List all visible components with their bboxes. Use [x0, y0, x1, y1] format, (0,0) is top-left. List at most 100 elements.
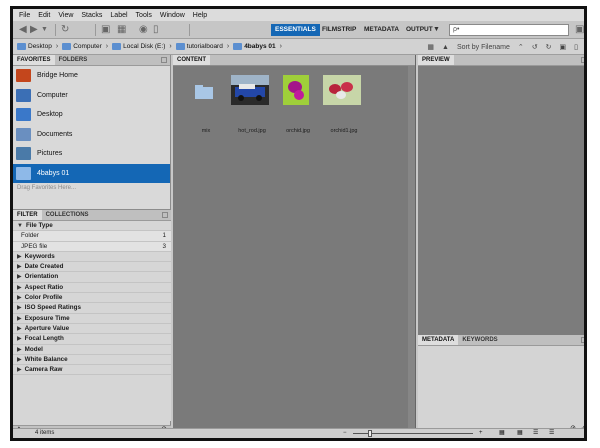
delete-icon[interactable]: ▯: [574, 43, 578, 51]
refine-icon[interactable]: ▦: [117, 24, 126, 36]
filter-folder[interactable]: Folder 1: [13, 231, 171, 242]
breadcrumb-tutorialboard[interactable]: tutorialboard: [175, 43, 223, 50]
thumbnail-orchid[interactable]: orchid.jpg: [277, 75, 319, 134]
filter-camera-raw[interactable]: ▶ Camera Raw: [13, 365, 171, 376]
breadcrumb-4babys[interactable]: 4babys 01: [233, 43, 276, 50]
workspace-menu-icon[interactable]: ▼: [433, 24, 440, 36]
quality-icon[interactable]: ▦: [427, 43, 434, 51]
filter-focal-length[interactable]: ▶ Focal Length: [13, 334, 171, 345]
favorite-pictures[interactable]: Pictures: [13, 144, 170, 164]
favorite-documents[interactable]: Documents: [13, 125, 170, 145]
filter-iso[interactable]: ▶ ISO Speed Ratings: [13, 303, 171, 314]
triangle-right-icon: ▶: [17, 253, 22, 260]
thumbnail-mix[interactable]: mix: [185, 75, 227, 134]
filter-aperture[interactable]: ▶ Aperture Value: [13, 324, 171, 335]
rotate-left-icon[interactable]: ↺: [532, 43, 538, 51]
chevron-down-icon[interactable]: ▼: [41, 24, 48, 36]
breadcrumb-label: Computer: [73, 43, 102, 50]
slider-knob[interactable]: [368, 430, 372, 437]
camera-icon[interactable]: ▣: [101, 24, 110, 36]
menu-view[interactable]: View: [58, 12, 73, 19]
breadcrumb-arrow-icon[interactable]: ›: [227, 43, 229, 50]
filter-white-balance[interactable]: ▶ White Balance: [13, 355, 171, 366]
tab-filter[interactable]: FILTER: [13, 210, 42, 220]
tab-metadata[interactable]: METADATA: [418, 335, 459, 345]
output-icon[interactable]: ▯: [153, 24, 159, 36]
menu-help[interactable]: Help: [193, 12, 207, 19]
breadcrumb-local-disk[interactable]: Local Disk (E:): [112, 43, 165, 50]
zoom-out-icon[interactable]: −: [343, 429, 347, 438]
view-details-icon[interactable]: ☰: [533, 429, 538, 438]
tab-keywords[interactable]: KEYWORDS: [458, 335, 501, 345]
workspace-output[interactable]: OUTPUT: [402, 24, 437, 36]
panel-menu-icon[interactable]: [581, 337, 584, 343]
filter-exposure[interactable]: ▶ Exposure Time: [13, 314, 171, 324]
computer-icon: [62, 43, 72, 50]
filter-aspect-ratio[interactable]: ▶ Aspect Ratio: [13, 283, 171, 294]
favorite-4babys[interactable]: 4babys 01: [13, 163, 170, 183]
view-list-icon[interactable]: ☰: [549, 429, 554, 438]
status-bar: 4 items − + ▦ ▦ ☰ ☰: [13, 428, 584, 438]
workspace-filmstrip[interactable]: FILMSTRIP: [318, 24, 360, 36]
filter-option-label: JPEG file: [21, 242, 48, 250]
tab-preview[interactable]: PREVIEW: [418, 55, 454, 65]
thumbnail-hot-rod[interactable]: hot_rod.jpg: [231, 75, 273, 134]
back-icon[interactable]: ◀: [19, 24, 27, 36]
workspace-metadata[interactable]: METADATA: [360, 24, 403, 36]
panel-menu-icon[interactable]: [161, 57, 167, 63]
tab-favorites[interactable]: FAVORITES: [13, 55, 55, 65]
menu-tools[interactable]: Tools: [136, 12, 152, 19]
hot-rod-image: [231, 75, 269, 105]
desktop-icon: [16, 108, 31, 122]
breadcrumb-arrow-icon[interactable]: ›: [106, 43, 108, 50]
filter-orientation[interactable]: ▶ Orientation: [13, 272, 171, 283]
favorite-desktop[interactable]: Desktop: [13, 105, 170, 125]
filter-jpeg[interactable]: JPEG file 3: [13, 241, 171, 252]
recent-icon[interactable]: ↻: [61, 24, 69, 36]
breadcrumb-label: 4babys 01: [244, 43, 276, 50]
favorite-bridge-home[interactable]: Bridge Home: [13, 66, 170, 86]
lock-grid-icon[interactable]: ▦: [499, 429, 505, 438]
breadcrumb-arrow-icon[interactable]: ›: [56, 43, 58, 50]
tab-collections[interactable]: COLLECTIONS: [42, 210, 93, 220]
menu-file[interactable]: File: [19, 12, 30, 19]
filter-group-label: Keywords: [24, 252, 55, 260]
panel-menu-icon[interactable]: [162, 212, 168, 218]
compact-mode-icon[interactable]: ▣: [575, 24, 584, 36]
menu-stacks[interactable]: Stacks: [81, 12, 102, 19]
triangle-right-icon: ▶: [17, 367, 22, 374]
menu-label[interactable]: Label: [110, 12, 127, 19]
filter-file-type[interactable]: ▼ File Type: [13, 221, 171, 232]
open-in-camera-raw-icon[interactable]: ◉: [139, 24, 148, 36]
tab-content[interactable]: CONTENT: [173, 55, 210, 65]
forward-icon[interactable]: ▶: [30, 24, 38, 36]
view-thumbnails-icon[interactable]: ▦: [517, 429, 523, 438]
toolbar-divider: [189, 24, 190, 36]
sort-direction-icon[interactable]: ⌃: [518, 43, 524, 51]
filter-keywords[interactable]: ▶ Keywords: [13, 252, 171, 263]
search-input[interactable]: ρ•: [449, 24, 569, 36]
workspace-essentials[interactable]: ESSENTIALS: [271, 24, 320, 36]
tab-folders[interactable]: FOLDERS: [55, 55, 92, 65]
breadcrumb-arrow-icon[interactable]: ›: [280, 43, 282, 50]
rotate-right-icon[interactable]: ↻: [546, 43, 552, 51]
sort-dropdown[interactable]: Sort by Filename: [457, 44, 510, 51]
filter-color-profile[interactable]: ▶ Color Profile: [13, 293, 171, 304]
breadcrumb-desktop[interactable]: Desktop: [17, 43, 52, 50]
filter-date-created[interactable]: ▶ Date Created: [13, 262, 171, 273]
new-folder-icon[interactable]: ▣: [560, 43, 567, 51]
filter-model[interactable]: ▶ Model: [13, 345, 171, 355]
favorite-computer[interactable]: Computer: [13, 86, 170, 106]
menu-window[interactable]: Window: [160, 12, 185, 19]
filter-tabs: FILTER COLLECTIONS: [13, 210, 171, 221]
breadcrumb-arrow-icon[interactable]: ›: [169, 43, 171, 50]
zoom-in-icon[interactable]: +: [479, 429, 483, 438]
content-scrollbar[interactable]: [408, 66, 415, 434]
breadcrumb-computer[interactable]: Computer: [62, 43, 102, 50]
menu-edit[interactable]: Edit: [38, 12, 50, 19]
filter-icon[interactable]: ▲: [442, 44, 449, 51]
panel-menu-icon[interactable]: [581, 57, 584, 63]
thumbnail-orchid1[interactable]: orchid1.jpg: [323, 75, 365, 134]
triangle-right-icon: ▶: [17, 295, 22, 302]
favorites-tabs: FAVORITES FOLDERS: [13, 55, 170, 66]
